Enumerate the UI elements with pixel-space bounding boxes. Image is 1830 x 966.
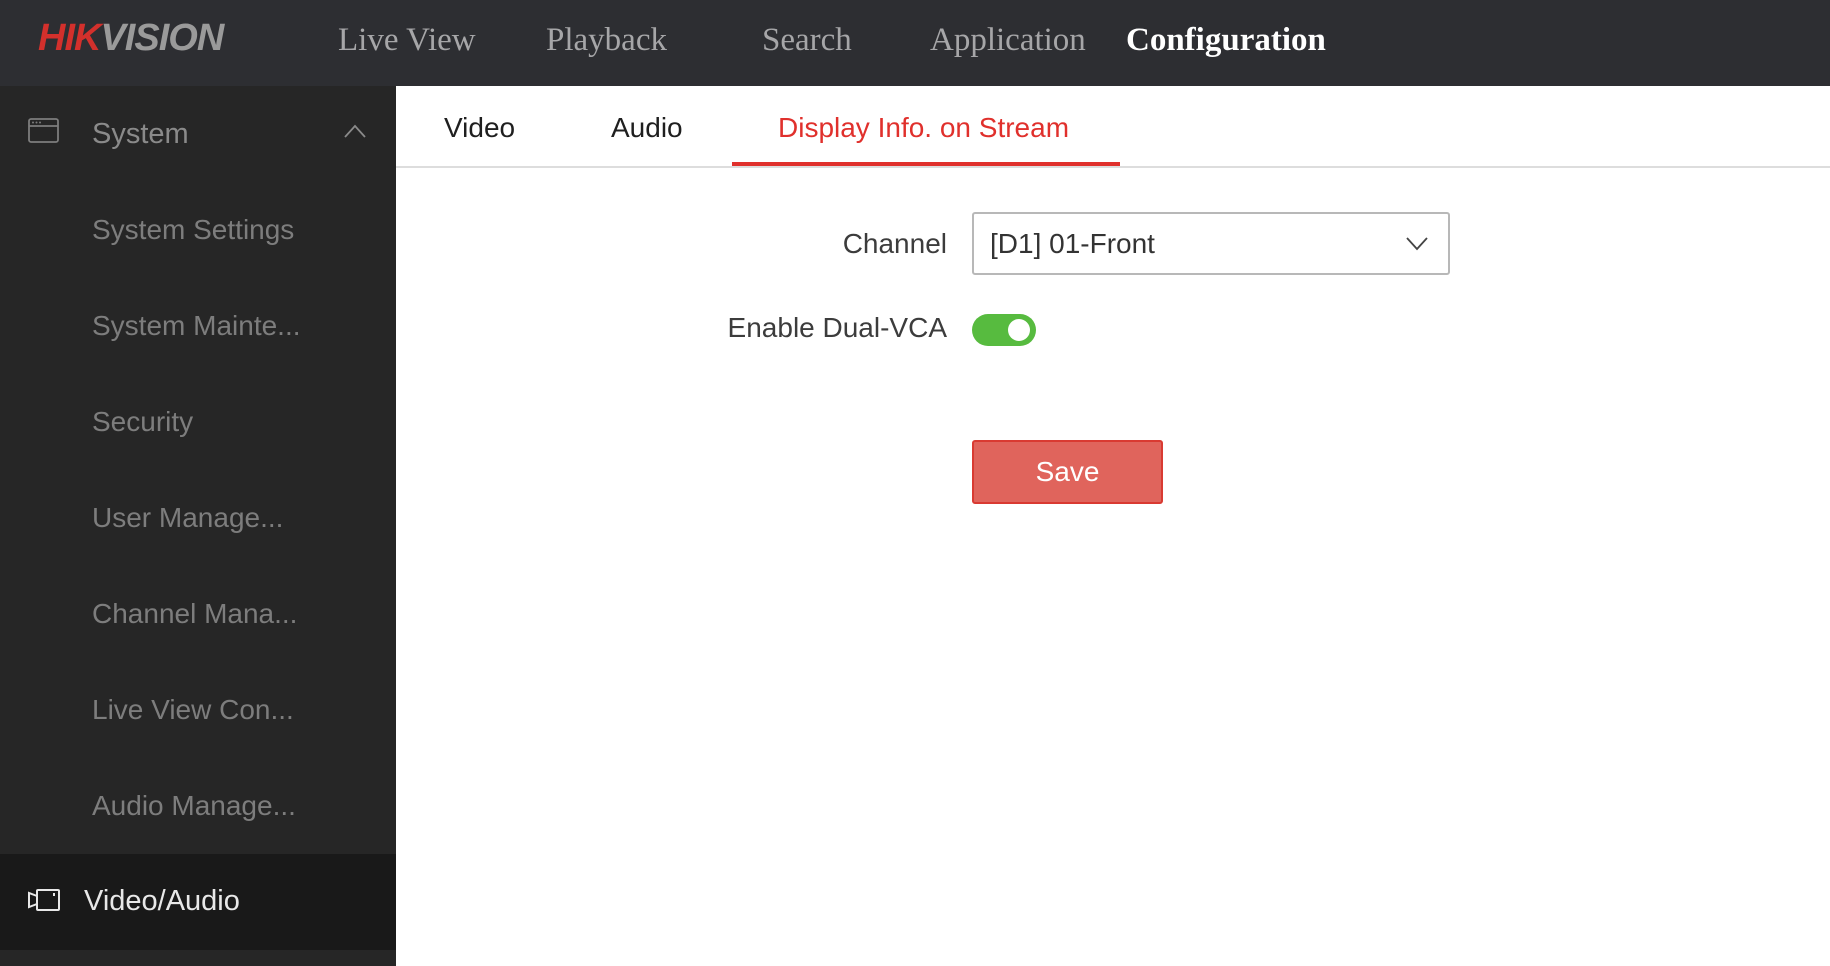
top-header: HIKVISION Live View Playback Search Appl…: [0, 0, 1830, 86]
active-tab-indicator: [732, 162, 1120, 166]
chevron-down-icon: [1406, 237, 1428, 251]
sidebar-item-label: User Manage...: [92, 502, 284, 533]
nav-application[interactable]: Application: [930, 20, 1086, 60]
sidebar-active-label: Video/Audio: [84, 885, 240, 917]
sidebar-item-security[interactable]: Security: [0, 374, 396, 470]
save-button[interactable]: Save: [972, 440, 1163, 504]
nav-live-view[interactable]: Live View: [338, 20, 476, 60]
tab-audio[interactable]: Audio: [611, 110, 683, 146]
channel-select-value: [D1] 01-Front: [990, 228, 1155, 259]
dual-vca-toggle[interactable]: [972, 314, 1036, 346]
sidebar-item-label: Audio Manage...: [92, 790, 296, 821]
sidebar-item-label: Live View Con...: [92, 694, 294, 725]
sidebar-group-system[interactable]: System: [0, 86, 396, 182]
nav-configuration[interactable]: Configuration: [1126, 20, 1326, 60]
logo-hik: HIK: [38, 17, 101, 59]
logo-vision: VISION: [100, 17, 224, 59]
toggle-knob: [1008, 319, 1030, 341]
nav-search[interactable]: Search: [762, 20, 852, 60]
sidebar-item-audio-management[interactable]: Audio Manage...: [0, 758, 396, 854]
sidebar-item-label: System Settings: [92, 214, 295, 245]
camera-icon: [28, 889, 60, 911]
dual-vca-label: Enable Dual-VCA: [727, 312, 947, 343]
sidebar-item-channel-management[interactable]: Channel Mana...: [0, 566, 396, 662]
chevron-up-icon[interactable]: [344, 124, 366, 138]
sidebar-item-label: Security: [92, 406, 194, 437]
sidebar-item-system-maintenance[interactable]: System Mainte...: [0, 278, 396, 374]
channel-label: Channel: [842, 228, 947, 259]
channel-select[interactable]: [D1] 01-Front: [972, 212, 1450, 275]
sidebar-item-user-management[interactable]: User Manage...: [0, 470, 396, 566]
sidebar-item-label: Channel Mana...: [92, 598, 298, 629]
hikvision-logo: HIKVISION: [38, 16, 224, 60]
sidebar-item-video-audio[interactable]: Video/Audio: [0, 854, 396, 950]
tab-video[interactable]: Video: [444, 110, 515, 146]
tab-display-info-on-stream[interactable]: Display Info. on Stream: [778, 110, 1069, 146]
sidebar-item-label: System Mainte...: [92, 310, 301, 341]
sidebar: System System Settings System Mainte... …: [0, 86, 396, 966]
window-icon: [28, 118, 59, 143]
nav-playback[interactable]: Playback: [546, 20, 667, 60]
tab-bar: Video Audio Display Info. on Stream: [396, 86, 1830, 168]
sidebar-group-label: System: [92, 118, 189, 150]
sidebar-item-live-view-config[interactable]: Live View Con...: [0, 662, 396, 758]
sidebar-item-system-settings[interactable]: System Settings: [0, 182, 396, 278]
